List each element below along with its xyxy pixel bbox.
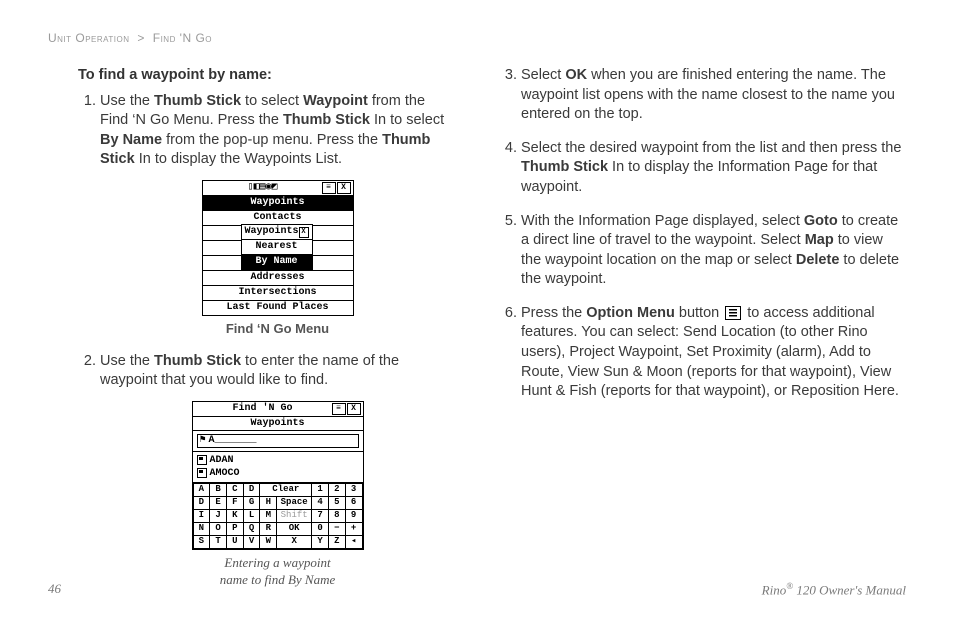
close-icon[interactable]: X — [347, 403, 361, 415]
key[interactable]: M — [260, 509, 277, 522]
key[interactable]: B — [210, 483, 227, 496]
step-3: Select OK when you are finished entering… — [521, 66, 906, 125]
scr1-popup: Waypoints X Nearest By Name — [241, 224, 313, 270]
figure-find-n-go-menu: ▯◧▤◉◩ ≡ X Waypoints Contacts Cities Exit… — [100, 180, 455, 338]
breadcrumb-separator: > — [137, 31, 145, 45]
key[interactable]: 9 — [345, 509, 362, 522]
close-icon[interactable]: X — [337, 182, 351, 194]
key[interactable]: 2 — [328, 483, 345, 496]
scr1-title: ▯◧▤◉◩ — [205, 182, 321, 194]
key[interactable]: C — [226, 483, 243, 496]
key-space[interactable]: Space — [277, 496, 312, 509]
scr1-popup-nearest[interactable]: Nearest — [242, 239, 312, 254]
section-heading: To find a waypoint by name: — [78, 66, 455, 86]
figure-entering-name: Find 'N Go ≡ X Waypoints ⚑ A_______ — [100, 401, 455, 589]
key[interactable]: S — [193, 535, 210, 548]
waypoint-flag-icon — [197, 468, 207, 478]
breadcrumb: Unit Operation > Find 'N Go — [48, 30, 906, 46]
right-column: Select OK when you are finished entering… — [499, 66, 906, 603]
page-footer: 46 Rino® 120 Owner's Manual — [48, 580, 906, 599]
product-name: Rino® 120 Owner's Manual — [762, 580, 906, 599]
key[interactable]: H — [260, 496, 277, 509]
key[interactable]: G — [243, 496, 260, 509]
key[interactable]: E — [210, 496, 227, 509]
key[interactable]: 3 — [345, 483, 362, 496]
waypoint-flag-icon: ⚑ — [200, 435, 206, 446]
list-item[interactable]: AMOCO — [197, 467, 359, 480]
breadcrumb-section: Unit Operation — [48, 31, 130, 45]
scr2-result-list: ADAN AMOCO — [193, 451, 363, 480]
key[interactable]: 7 — [312, 509, 329, 522]
scr2-search-value: A_______ — [209, 435, 257, 446]
key[interactable]: R — [260, 522, 277, 535]
menu-icon[interactable]: ≡ — [332, 403, 346, 415]
scr1-popup-label: Waypoints — [245, 226, 299, 238]
step-6: Press the Option Menu button to access a… — [521, 304, 906, 402]
step-4: Select the desired waypoint from the lis… — [521, 139, 906, 198]
scr1-row-addresses[interactable]: Addresses — [203, 271, 353, 286]
key-left[interactable]: ◂ — [345, 535, 362, 548]
key[interactable]: F — [226, 496, 243, 509]
step-1: Use the Thumb Stick to select Waypoint f… — [100, 92, 455, 338]
scr1-row-intersections[interactable]: Intersections — [203, 286, 353, 301]
scr1-row-waypoints[interactable]: Waypoints — [203, 196, 353, 211]
key[interactable]: Z — [328, 535, 345, 548]
key-clear[interactable]: Clear — [260, 483, 312, 496]
key[interactable]: Q — [243, 522, 260, 535]
key[interactable]: D — [243, 483, 260, 496]
key[interactable]: W — [260, 535, 277, 548]
key-ok[interactable]: OK — [277, 522, 312, 535]
key[interactable]: J — [210, 509, 227, 522]
scr1-popup-byname[interactable]: By Name — [242, 254, 312, 269]
scr2-subtitle: Waypoints — [193, 417, 363, 431]
key[interactable]: − — [328, 522, 345, 535]
scr2-onscreen-keyboard: A B C D Clear 1 2 3 — [193, 482, 363, 549]
left-column: To find a waypoint by name: Use the Thum… — [48, 66, 455, 603]
key-shift[interactable]: Shift — [277, 509, 312, 522]
right-steps-list: Select OK when you are finished entering… — [499, 66, 906, 401]
step-5: With the Information Page displayed, sel… — [521, 212, 906, 290]
key[interactable]: I — [193, 509, 210, 522]
scr1-row-lastfound[interactable]: Last Found Places — [203, 301, 353, 315]
left-steps-list: Use the Thumb Stick to select Waypoint f… — [78, 92, 455, 589]
key[interactable]: 0 — [312, 522, 329, 535]
key[interactable]: 1 — [312, 483, 329, 496]
key[interactable]: P — [226, 522, 243, 535]
scr1-window: ▯◧▤◉◩ ≡ X Waypoints Contacts Cities Exit… — [202, 180, 354, 316]
breadcrumb-subsection: Find 'N Go — [153, 31, 212, 45]
waypoint-flag-icon — [197, 455, 207, 465]
key[interactable]: 4 — [312, 496, 329, 509]
key[interactable]: 5 — [328, 496, 345, 509]
key[interactable]: A — [193, 483, 210, 496]
key[interactable]: K — [226, 509, 243, 522]
scr2-window: Find 'N Go ≡ X Waypoints ⚑ A_______ — [192, 401, 364, 550]
key[interactable]: N — [193, 522, 210, 535]
key[interactable]: O — [210, 522, 227, 535]
figure1-caption: Find ‘N Go Menu — [100, 320, 455, 338]
key[interactable]: D — [193, 496, 210, 509]
close-icon[interactable]: X — [299, 227, 309, 238]
key[interactable]: Y — [312, 535, 329, 548]
list-item[interactable]: ADAN — [197, 454, 359, 467]
menu-icon[interactable]: ≡ — [322, 182, 336, 194]
key[interactable]: 8 — [328, 509, 345, 522]
key[interactable]: + — [345, 522, 362, 535]
key[interactable]: V — [243, 535, 260, 548]
key[interactable]: L — [243, 509, 260, 522]
page-number: 46 — [48, 580, 61, 599]
key[interactable]: U — [226, 535, 243, 548]
key[interactable]: 6 — [345, 496, 362, 509]
key[interactable]: X — [277, 535, 312, 548]
scr2-search-field[interactable]: ⚑ A_______ — [197, 434, 359, 448]
key[interactable]: T — [210, 535, 227, 548]
option-menu-icon — [725, 306, 741, 320]
step-2: Use the Thumb Stick to enter the name of… — [100, 352, 455, 589]
scr2-title: Find 'N Go — [195, 403, 331, 414]
